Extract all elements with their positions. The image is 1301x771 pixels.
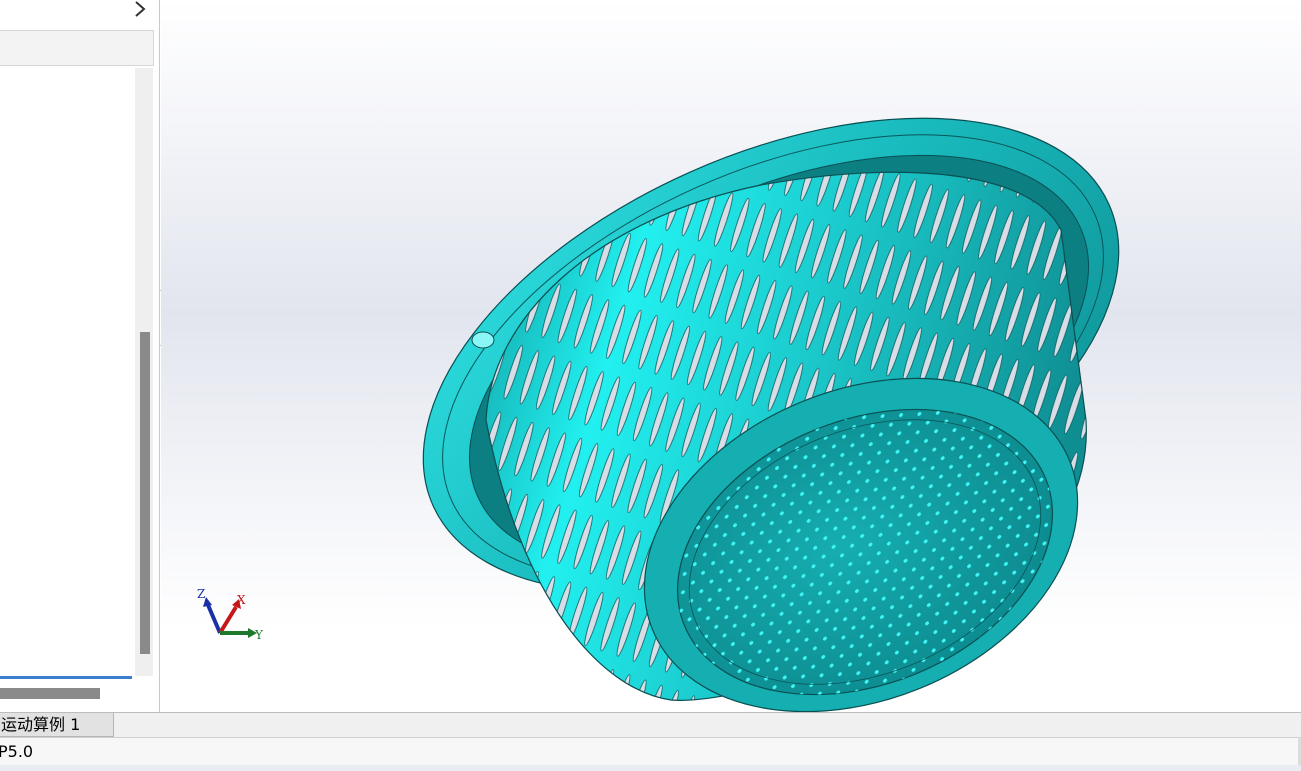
panel-header bbox=[0, 0, 159, 28]
graphics-viewport[interactable]: Z X Y bbox=[161, 0, 1301, 712]
filter-field[interactable] bbox=[0, 30, 154, 66]
status-bar: P5.0 bbox=[0, 737, 1301, 765]
mounting-hole bbox=[471, 331, 495, 349]
chevron-right-icon[interactable] bbox=[129, 0, 153, 24]
feature-manager-panel bbox=[0, 0, 160, 712]
axis-triad: Z X Y bbox=[190, 585, 270, 645]
window-bottom-edge bbox=[0, 765, 1301, 771]
axis-x-label: X bbox=[237, 593, 246, 607]
horizontal-scrollbar-thumb[interactable] bbox=[0, 688, 100, 699]
axis-z-label: Z bbox=[197, 587, 205, 601]
selection-indicator bbox=[0, 676, 132, 679]
vertical-scrollbar-thumb[interactable] bbox=[140, 332, 150, 654]
status-text: P5.0 bbox=[0, 742, 34, 761]
feature-tree[interactable] bbox=[0, 68, 134, 676]
colander-model[interactable] bbox=[161, 0, 1301, 712]
bottom-tab-bar: 运动算例 1 bbox=[0, 712, 1301, 737]
axis-y-label: Y bbox=[254, 628, 264, 642]
tab-motion-study[interactable]: 运动算例 1 bbox=[0, 713, 114, 737]
